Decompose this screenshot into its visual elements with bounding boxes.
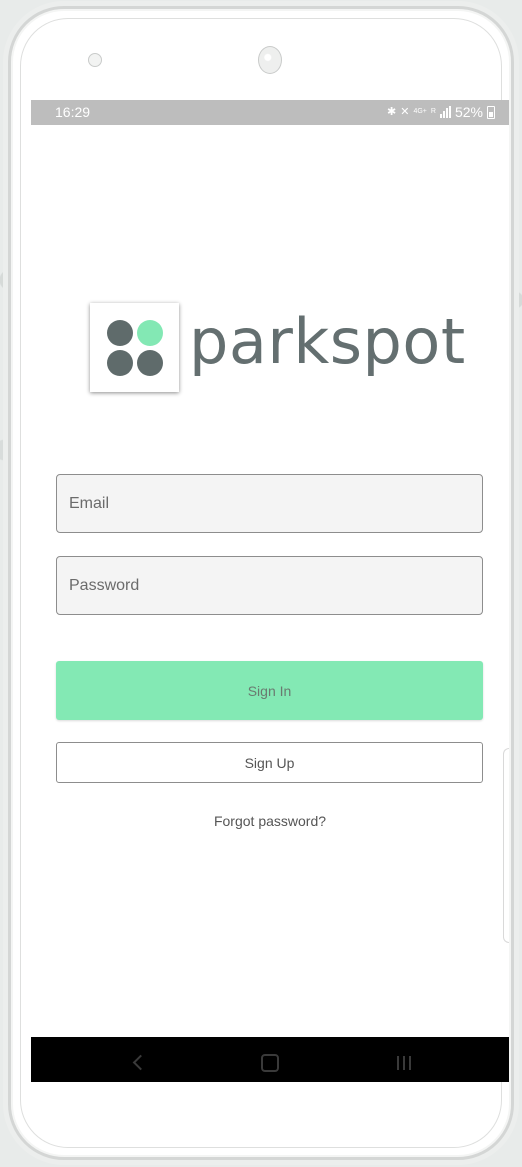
nav-home-button[interactable] [240,1037,300,1082]
logo-dot-icon [107,350,133,376]
logo-dot-icon [137,350,163,376]
status-time: 16:29 [55,104,91,120]
bluetooth-icon: ✱ [387,106,397,118]
system-navigation-bar [31,1037,509,1082]
recent-apps-icon [397,1055,411,1070]
speaker-icon [88,53,102,67]
email-input[interactable] [56,474,483,533]
front-camera-icon [258,46,282,74]
nav-recent-apps-button[interactable] [374,1037,434,1082]
status-bar: 16:29 ✱ ✕ 4G+ R 52% [31,100,509,125]
sign-up-label: Sign Up [244,754,295,771]
logo-dot-accent-icon [137,320,163,346]
signal-label: R [430,108,436,115]
sign-up-button[interactable]: Sign Up [56,742,483,783]
home-icon [261,1053,279,1072]
logo-dot-icon [107,320,133,346]
forgot-password-link[interactable]: Forgot password? [31,813,509,829]
signal-icon [439,106,451,118]
battery-percent: 52% [454,104,483,120]
app-screen: 16:29 ✱ ✕ 4G+ R 52% parkspot Email Sign … [31,100,509,1082]
logo-mark-icon [90,303,179,392]
network-label: 4G+ [413,108,427,115]
back-icon [132,1054,148,1071]
logo-wordmark: parkspot [189,304,466,378]
battery-icon [487,105,495,119]
nav-back-button[interactable] [108,1037,168,1082]
status-icons: ✱ ✕ 4G+ R 52% [387,103,495,121]
password-input[interactable] [56,556,483,615]
app-logo: parkspot [90,303,466,392]
sign-in-label: Sign In [247,682,292,699]
mute-icon: ✕ [400,106,410,118]
sign-in-button[interactable]: Sign In [56,661,483,720]
side-panel-handle[interactable] [503,748,509,943]
phone-frame: 16:29 ✱ ✕ 4G+ R 52% parkspot Email Sign … [8,6,514,1160]
